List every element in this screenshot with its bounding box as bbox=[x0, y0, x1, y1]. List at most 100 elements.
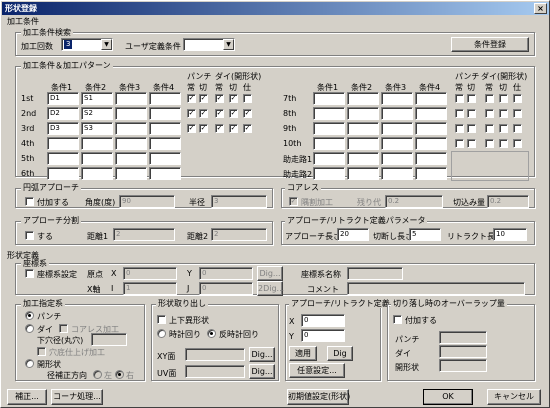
comment-field[interactable] bbox=[347, 282, 525, 295]
pattern-checkbox[interactable]: ✓ bbox=[215, 124, 224, 133]
chevron-down-icon[interactable]: ▼ bbox=[101, 39, 112, 50]
cond4-field[interactable] bbox=[149, 137, 181, 150]
pattern-checkbox-right[interactable] bbox=[513, 94, 522, 103]
ccw-radio[interactable] bbox=[207, 329, 216, 338]
cond4-field-right[interactable] bbox=[415, 137, 447, 150]
cond2-field-right[interactable] bbox=[347, 167, 379, 180]
overlap-open-field[interactable] bbox=[439, 359, 487, 372]
cond3-field-right[interactable] bbox=[381, 122, 413, 135]
ar-y-field[interactable]: 0 bbox=[301, 329, 345, 342]
cond3-field[interactable] bbox=[115, 122, 147, 135]
coords-dig-button[interactable]: Dig... bbox=[257, 266, 283, 281]
count-dropdown[interactable]: 3 ▼ bbox=[61, 38, 113, 51]
cond3-field[interactable] bbox=[115, 152, 147, 165]
cond1-field-right[interactable] bbox=[313, 122, 345, 135]
cond2-field-right[interactable] bbox=[347, 152, 379, 165]
cond2-field-right[interactable] bbox=[347, 107, 379, 120]
pattern-checkbox[interactable]: ✓ bbox=[243, 109, 252, 118]
pattern-checkbox-right[interactable] bbox=[485, 94, 494, 103]
cond2-field-right[interactable] bbox=[347, 92, 379, 105]
pattern-checkbox[interactable]: ✓ bbox=[187, 94, 196, 103]
cond3-field[interactable] bbox=[115, 92, 147, 105]
pattern-checkbox-right[interactable] bbox=[455, 139, 464, 148]
init-button[interactable]: 初期値設定(形状) bbox=[287, 389, 350, 405]
xy-field[interactable] bbox=[185, 348, 245, 361]
ar-dig-button[interactable]: Dig bbox=[327, 346, 353, 361]
cond3-field[interactable] bbox=[115, 107, 147, 120]
cond3-field-right[interactable] bbox=[381, 107, 413, 120]
cond1-field[interactable] bbox=[47, 167, 79, 180]
cond4-field-right[interactable] bbox=[415, 107, 447, 120]
cut-length-field[interactable]: 5 bbox=[409, 228, 441, 241]
updown-checkbox[interactable] bbox=[157, 315, 166, 324]
cond2-field[interactable] bbox=[81, 152, 113, 165]
punch-radio[interactable] bbox=[25, 311, 34, 320]
open-shape-radio[interactable] bbox=[25, 359, 34, 368]
pattern-checkbox[interactable]: ✓ bbox=[229, 109, 238, 118]
overlap-add-checkbox[interactable] bbox=[393, 315, 402, 324]
cond2-field[interactable]: S2 bbox=[81, 107, 113, 120]
pattern-checkbox-right[interactable] bbox=[513, 139, 522, 148]
cond1-field[interactable] bbox=[47, 137, 79, 150]
circle-approach-add-checkbox[interactable] bbox=[25, 197, 34, 206]
origin-y-field[interactable]: 0 bbox=[199, 267, 253, 280]
radius-field[interactable]: 3 bbox=[211, 195, 267, 208]
pattern-checkbox-right[interactable] bbox=[485, 139, 494, 148]
cond3-field-right[interactable] bbox=[381, 167, 413, 180]
cond2-field[interactable]: S1 bbox=[81, 92, 113, 105]
overlap-die-field[interactable] bbox=[439, 345, 487, 358]
approach-length-field[interactable]: 20 bbox=[337, 228, 369, 241]
pattern-checkbox-right[interactable] bbox=[513, 109, 522, 118]
uv-field[interactable] bbox=[185, 365, 245, 378]
cond4-field[interactable] bbox=[149, 92, 181, 105]
pattern-checkbox[interactable]: ✓ bbox=[199, 109, 208, 118]
cond1-field-right[interactable] bbox=[313, 107, 345, 120]
cond2-field-right[interactable] bbox=[347, 122, 379, 135]
cond2-field-right[interactable] bbox=[347, 137, 379, 150]
pattern-checkbox[interactable]: ✓ bbox=[229, 94, 238, 103]
pattern-checkbox[interactable]: ✓ bbox=[229, 124, 238, 133]
pattern-checkbox-right[interactable] bbox=[485, 109, 494, 118]
ar-x-field[interactable]: 0 bbox=[301, 314, 345, 327]
overlap-punch-field[interactable] bbox=[439, 331, 487, 344]
cond2-field[interactable] bbox=[81, 167, 113, 180]
cond1-field[interactable] bbox=[47, 152, 79, 165]
pattern-checkbox-right[interactable] bbox=[455, 109, 464, 118]
pattern-checkbox-right[interactable] bbox=[485, 124, 494, 133]
close-icon[interactable]: × bbox=[534, 3, 547, 14]
cond1-field-right[interactable] bbox=[313, 152, 345, 165]
cond3-field-right[interactable] bbox=[381, 92, 413, 105]
pattern-checkbox-right[interactable] bbox=[499, 124, 508, 133]
cond1-field[interactable]: D2 bbox=[47, 107, 79, 120]
pattern-checkbox[interactable]: ✓ bbox=[199, 124, 208, 133]
cond3-field[interactable] bbox=[115, 137, 147, 150]
pattern-checkbox[interactable]: ✓ bbox=[187, 109, 196, 118]
pattern-checkbox[interactable]: ✓ bbox=[215, 109, 224, 118]
distance1-field[interactable]: 2 bbox=[113, 228, 175, 241]
cond4-field[interactable] bbox=[149, 152, 181, 165]
cond3-field-right[interactable] bbox=[381, 137, 413, 150]
coords-2dig-button[interactable]: 2Dig... bbox=[257, 281, 284, 296]
corner-button[interactable]: コーナ処理... bbox=[51, 389, 103, 405]
pattern-checkbox[interactable]: ✓ bbox=[243, 124, 252, 133]
cond3-field[interactable] bbox=[115, 167, 147, 180]
cond4-field[interactable] bbox=[149, 107, 181, 120]
right-radio[interactable] bbox=[115, 370, 124, 379]
user-condition-dropdown[interactable]: ▼ bbox=[183, 38, 235, 51]
left-radio[interactable] bbox=[93, 370, 102, 379]
cond3-field-right[interactable] bbox=[381, 152, 413, 165]
die-radio[interactable] bbox=[25, 324, 34, 333]
correct-button[interactable]: 補正... bbox=[7, 389, 47, 405]
cond4-field[interactable] bbox=[149, 167, 181, 180]
pattern-checkbox-right[interactable] bbox=[455, 94, 464, 103]
retract-length-field[interactable]: 10 bbox=[493, 228, 527, 241]
distance2-field[interactable]: 2 bbox=[211, 228, 267, 241]
cond4-field-right[interactable] bbox=[415, 122, 447, 135]
apply-button[interactable]: 適用 bbox=[289, 346, 317, 361]
coords-name-field[interactable] bbox=[347, 267, 403, 280]
bottom-diameter-field[interactable] bbox=[91, 333, 127, 346]
i-field[interactable]: 1 bbox=[123, 282, 177, 295]
cond1-field-right[interactable] bbox=[313, 92, 345, 105]
origin-x-field[interactable]: 0 bbox=[123, 267, 177, 280]
pattern-checkbox-right[interactable] bbox=[467, 124, 476, 133]
